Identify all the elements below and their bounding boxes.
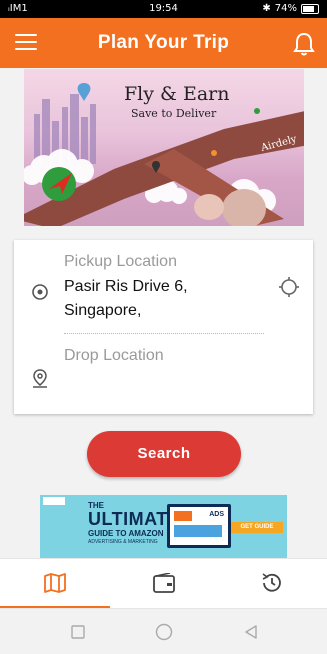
promo-banner[interactable]: Airdely Fly & Earn Save to Deliver	[24, 69, 304, 226]
history-icon	[262, 573, 281, 592]
pickup-value-line2: Singapore,	[64, 302, 142, 319]
current-location-icon[interactable]	[278, 276, 300, 298]
ad-text-4: ADVERTISING & MARKETING	[88, 539, 158, 545]
banner-headline: Fly & Earn	[124, 83, 230, 105]
bell-icon[interactable]	[293, 31, 315, 57]
ad-banner[interactable]: THE ULTIMATE GUIDE TO AMAZON ADVERTISING…	[40, 495, 287, 558]
wallet-icon	[153, 573, 175, 593]
app-bar: Plan Your Trip	[0, 18, 327, 68]
bluetooth-icon: ✱	[262, 3, 271, 14]
back-icon[interactable]	[243, 624, 259, 640]
status-bar: ᵢIM1 19:54 ✱ 74%	[0, 0, 327, 18]
bottom-tab-bar	[0, 558, 327, 609]
form-divider	[64, 333, 264, 334]
trip-form-card: Pickup Location Pasir Ris Drive 6, Singa…	[14, 240, 313, 414]
ad-cta-button[interactable]: GET GUIDE	[231, 522, 283, 533]
ad-text-3: GUIDE TO AMAZON	[88, 529, 164, 538]
status-icons: ✱ 74%	[262, 3, 319, 14]
banner-subline: Save to Deliver	[131, 107, 217, 120]
pickup-input[interactable]: Pasir Ris Drive 6, Singapore,	[64, 275, 264, 323]
pickup-radio-icon	[32, 284, 48, 300]
search-button[interactable]: Search	[87, 431, 241, 477]
drop-location-input[interactable]: Drop Location	[64, 347, 164, 365]
system-nav-bar	[0, 608, 327, 654]
drop-pin-icon	[33, 369, 47, 388]
tab-wallet[interactable]	[110, 559, 218, 609]
battery-icon	[301, 3, 319, 14]
home-icon[interactable]	[155, 623, 173, 641]
battery-percent: 74%	[274, 3, 297, 14]
recents-icon[interactable]	[71, 625, 85, 639]
page-title: Plan Your Trip	[97, 32, 230, 53]
tab-history[interactable]	[218, 559, 327, 609]
tab-map[interactable]	[0, 559, 110, 609]
map-icon	[44, 573, 66, 593]
ad-logo	[43, 497, 65, 505]
ad-screen-label: ADS	[209, 511, 224, 518]
pickup-label: Pickup Location	[64, 253, 177, 270]
ad-screen-image: ADS	[167, 504, 231, 548]
pickup-value-line1: Pasir Ris Drive 6,	[64, 278, 188, 295]
